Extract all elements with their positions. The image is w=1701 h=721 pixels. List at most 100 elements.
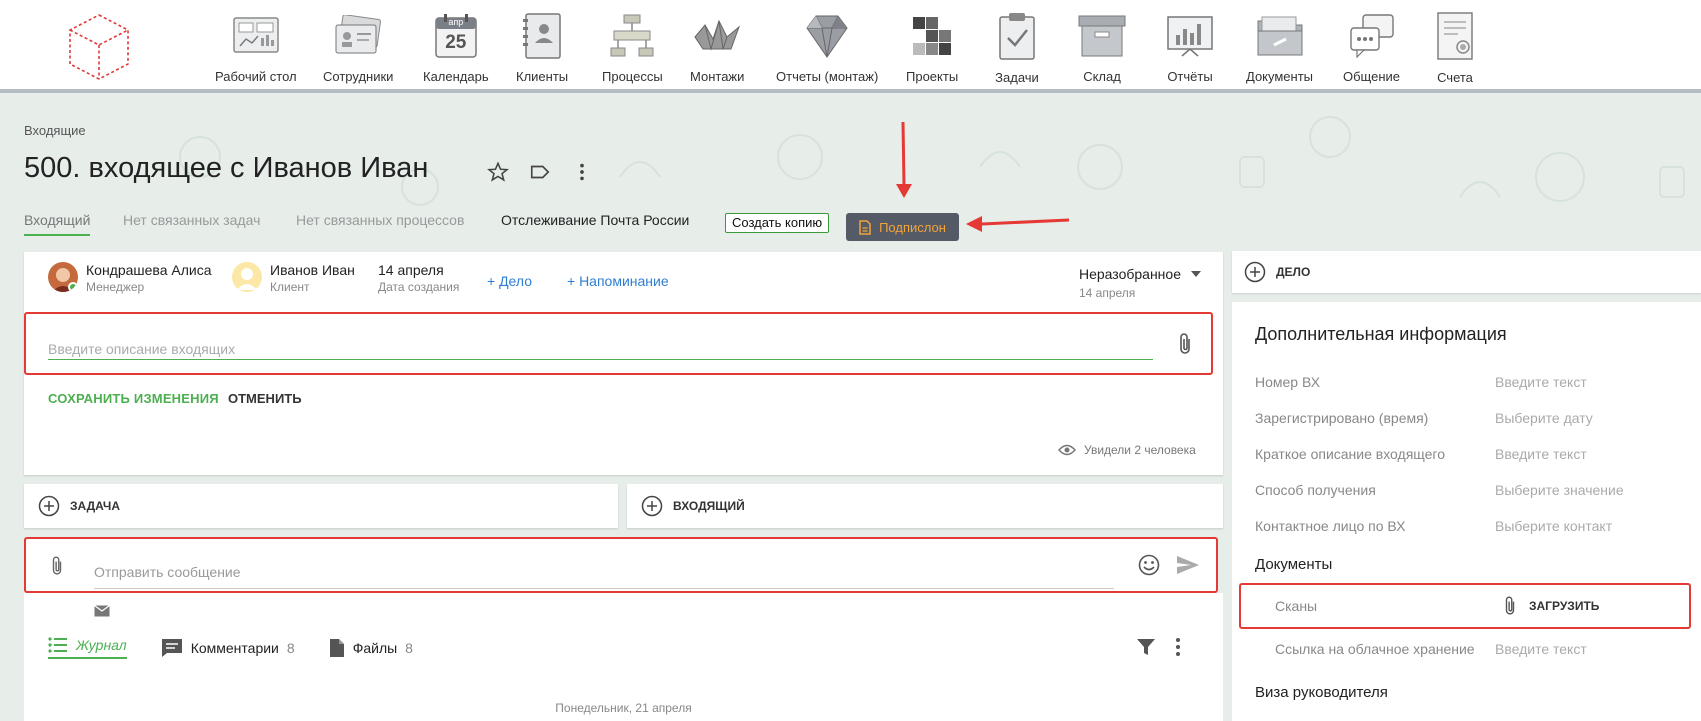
nav-label: Клиенты <box>516 69 569 84</box>
cloud-link-value[interactable]: Введите текст <box>1495 641 1587 657</box>
upload-button[interactable]: ЗАГРУЗИТЬ <box>1503 595 1599 617</box>
calendar-day: 25 <box>445 32 467 53</box>
field-value[interactable]: Выберите контакт <box>1495 518 1612 534</box>
avatar <box>48 262 78 292</box>
more-vertical-icon[interactable] <box>570 160 594 184</box>
status-select[interactable]: Неразобранное 14 апреля <box>1079 266 1201 300</box>
seen-by-label: Увидели 2 человека <box>1084 443 1196 457</box>
send-icon[interactable] <box>1176 555 1200 575</box>
employees-icon <box>332 12 384 59</box>
add-reminder-link[interactable]: + Напоминание <box>567 273 669 289</box>
client-role: Клиент <box>270 280 310 294</box>
field-label: Контактное лицо по ВХ <box>1255 518 1406 534</box>
title-actions <box>486 160 594 184</box>
tab-files[interactable]: Файлы 8 <box>329 638 413 658</box>
files-count: 8 <box>405 640 413 656</box>
logo-cube-icon[interactable] <box>66 12 132 82</box>
nav-chat[interactable]: Общение <box>1343 12 1400 84</box>
tab-journal-label: Журнал <box>76 637 127 653</box>
field-value[interactable]: Введите текст <box>1495 446 1587 462</box>
reports-icon <box>1164 12 1216 59</box>
day-separator: Понедельник, 21 апреля <box>555 701 692 715</box>
field-label: Номер ВХ <box>1255 374 1321 390</box>
nav-documents[interactable]: Документы <box>1246 12 1313 84</box>
more-vertical-icon[interactable] <box>1174 637 1182 657</box>
nav-desktop[interactable]: Рабочий стол <box>215 12 297 84</box>
nav-warehouse[interactable]: Склад <box>1076 12 1128 84</box>
warehouse-icon <box>1076 12 1128 59</box>
nav-label: Общение <box>1343 69 1401 84</box>
label-tag-icon[interactable] <box>528 160 552 184</box>
processes-icon <box>606 12 658 59</box>
nav-calendar[interactable]: апр 25 Календарь <box>423 12 489 84</box>
nav-label: Монтажи <box>690 69 745 84</box>
diamond-icon <box>801 12 853 59</box>
nav-clients[interactable]: Клиенты <box>516 12 568 84</box>
nav-employees[interactable]: Сотрудники <box>323 12 393 84</box>
nav-processes[interactable]: Процессы <box>602 12 663 84</box>
tab-no-tasks[interactable]: Нет связанных задач <box>123 212 260 228</box>
tab-comments-label: Комментарии <box>190 640 279 656</box>
upload-label: ЗАГРУЗИТЬ <box>1529 599 1600 613</box>
nav-reports[interactable]: Отчёты <box>1164 12 1216 84</box>
nav-reports-install[interactable]: Отчеты (монтаж) <box>776 12 878 84</box>
star-icon[interactable] <box>486 160 510 184</box>
nav-label: Рабочий стол <box>215 69 297 84</box>
tab-files-label: Файлы <box>352 640 398 656</box>
field-value[interactable]: Введите текст <box>1495 374 1587 390</box>
nav-label: Отчеты (монтаж) <box>776 69 879 84</box>
tab-comments[interactable]: Комментарии 8 <box>161 638 295 658</box>
journal-tabs: Журнал Комментарии 8 Файлы 8 <box>48 637 447 659</box>
tab-incoming[interactable]: Входящий <box>24 212 91 236</box>
attach-clip-icon[interactable] <box>1177 332 1193 361</box>
add-deal-button[interactable]: ДЕЛО <box>1232 251 1701 293</box>
add-incoming-label: ВХОДЯЩИЙ <box>673 499 745 513</box>
add-deal-label: ДЕЛО <box>1276 265 1311 279</box>
nav-label: Отчёты <box>1167 69 1213 84</box>
additional-info-title: Дополнительная информация <box>1255 324 1507 344</box>
message-box <box>24 537 1218 593</box>
podpislon-button[interactable]: Подпислон <box>846 213 959 241</box>
nav-label: Документы <box>1246 69 1314 84</box>
attach-clip-icon <box>1505 596 1515 615</box>
description-input[interactable] <box>48 338 1153 360</box>
add-task-label: ЗАДАЧА <box>70 499 121 513</box>
field-value[interactable]: Выберите дату <box>1495 410 1593 426</box>
breadcrumb[interactable]: Входящие <box>24 123 86 138</box>
journal-panel: Журнал Комментарии 8 Файлы 8 Понедельник… <box>24 593 1223 721</box>
comments-count: 8 <box>286 640 295 656</box>
add-incoming-button[interactable]: ВХОДЯЩИЙ <box>627 484 1223 528</box>
nav-label: Сотрудники <box>323 69 394 84</box>
field-label: Зарегистрировано (время) <box>1255 410 1429 426</box>
filter-icon[interactable] <box>1136 638 1156 656</box>
add-task-button[interactable]: ЗАДАЧА <box>24 484 618 528</box>
emoji-icon[interactable] <box>1138 554 1160 576</box>
status-date: 14 апреля <box>1079 286 1136 300</box>
top-navigation: Рабочий стол Сотрудники апр 25 Календарь… <box>0 0 1701 93</box>
add-deal-link[interactable]: + Дело <box>487 273 532 289</box>
comment-icon <box>161 639 182 657</box>
nav-tasks[interactable]: Задачи <box>991 12 1043 85</box>
manager[interactable]: Кондрашева Алиса Менеджер <box>48 262 212 296</box>
message-input[interactable] <box>94 555 1114 589</box>
cancel-button[interactable]: ОТМЕНИТЬ <box>228 391 302 406</box>
nav-label: Календарь <box>423 69 489 84</box>
podpislon-label: Подпислон <box>879 219 946 235</box>
nav-invoices[interactable]: Счета <box>1429 12 1481 85</box>
mail-icon[interactable] <box>94 605 110 617</box>
nav-label: Проекты <box>906 69 959 84</box>
tab-russian-post-tracking[interactable]: Отслеживание Почта России <box>501 212 689 228</box>
nav-projects[interactable]: Проекты <box>906 12 958 84</box>
tab-no-processes[interactable]: Нет связанных процессов <box>296 212 464 228</box>
nav-installations[interactable]: Монтажи <box>690 12 744 84</box>
tab-journal[interactable]: Журнал <box>48 637 127 659</box>
client[interactable]: Иванов Иван Клиент <box>232 262 355 296</box>
create-copy-button[interactable]: Создать копию <box>725 213 830 233</box>
field-value[interactable]: Выберите значение <box>1495 482 1624 498</box>
plus-circle-icon <box>1244 261 1266 283</box>
field-label: Способ получения <box>1255 482 1376 498</box>
attach-clip-icon[interactable] <box>50 554 64 578</box>
created-date-label: Дата создания <box>378 280 460 294</box>
online-status-dot <box>68 282 78 292</box>
save-changes-button[interactable]: СОХРАНИТЬ ИЗМЕНЕНИЯ <box>48 391 219 406</box>
